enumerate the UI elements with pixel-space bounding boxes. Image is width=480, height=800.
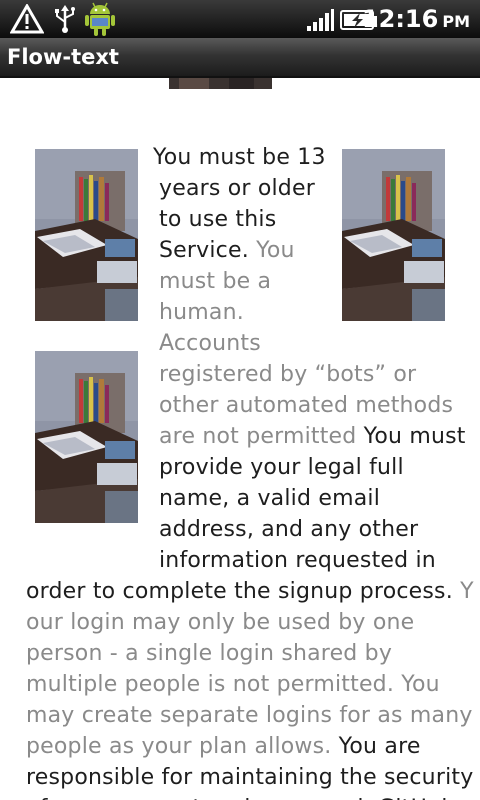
text-segment: multiple people is not permitted. You: [26, 672, 440, 697]
text-line: may create separate logins for as many: [26, 700, 473, 731]
text-segment: information requested in: [159, 548, 436, 573]
text-segment: You must: [363, 424, 466, 449]
text-line: Accounts: [159, 328, 261, 359]
text-segment: human.: [159, 300, 244, 325]
text-segment: name, a valid email: [159, 486, 381, 511]
alert-triangle-icon: [9, 2, 45, 38]
text-line: name, a valid email: [159, 483, 380, 514]
text-segment: responsible for maintaining the security: [26, 765, 474, 790]
flow-text-content[interactable]: You must be 13 years or older to use this S…: [0, 78, 480, 800]
photo-right-1: [342, 149, 445, 321]
android-debug-icon: [84, 0, 116, 42]
text-segment: Y: [460, 579, 474, 604]
text-line: Service. You: [159, 235, 295, 266]
text-line: order to complete the signup process. Y: [26, 576, 474, 607]
text-segment: years or older: [159, 176, 315, 201]
text-segment: people as your plan allows.: [26, 734, 339, 759]
text-segment: person - a single login shared by: [26, 641, 393, 666]
text-line: information requested in: [159, 545, 436, 576]
photo-left-1: [35, 149, 138, 321]
text-segment: Service.: [159, 238, 257, 263]
text-line: multiple people is not permitted. You: [26, 669, 440, 700]
text-segment: Accounts: [159, 331, 261, 356]
text-segment: You are: [338, 734, 421, 759]
status-bar: 12:16 PM: [0, 0, 480, 39]
text-segment: must be a: [159, 269, 272, 294]
text-line: are not permitted You must: [159, 421, 466, 452]
text-line: human.: [159, 297, 244, 328]
app-title: Flow-text: [7, 45, 119, 69]
text-line: person - a single login shared by: [26, 638, 392, 669]
text-segment: You: [256, 238, 295, 263]
photo-left-2: [35, 351, 138, 523]
usb-icon: [52, 4, 78, 38]
text-segment: You must be 13: [153, 145, 326, 170]
text-line: our login may only be used by one: [26, 607, 414, 638]
text-line: You must be 13: [153, 142, 326, 173]
text-segment: order to complete the signup process.: [26, 579, 461, 604]
text-line: responsible for maintaining the security: [26, 762, 473, 793]
photo-partial: [169, 78, 272, 89]
text-segment: our login may only be used by one: [26, 610, 415, 635]
signal-icon: [306, 8, 334, 36]
text-segment: registered by “bots” or: [159, 362, 417, 387]
text-line: to use this: [159, 204, 276, 235]
text-segment: to use this: [159, 207, 277, 232]
text-line: registered by “bots” or: [159, 359, 416, 390]
clock: 12:16 PM: [361, 5, 470, 33]
text-line: address, and any other: [159, 514, 418, 545]
text-segment: other automated methods: [159, 393, 454, 418]
text-line: other automated methods: [159, 390, 453, 421]
text-segment: are not permitted: [159, 424, 364, 449]
text-segment: provide your legal full: [159, 455, 404, 480]
text-segment: of your account and password. GitHub: [26, 796, 456, 800]
text-line: years or older: [159, 173, 315, 204]
text-segment: may create separate logins for as many: [26, 703, 473, 728]
text-line: must be a: [159, 266, 271, 297]
text-line: provide your legal full: [159, 452, 404, 483]
text-line: of your account and password. GitHub: [26, 793, 456, 800]
text-segment: address, and any other: [159, 517, 419, 542]
app-title-bar: Flow-text: [0, 38, 480, 78]
text-line: people as your plan allows. You are: [26, 731, 421, 762]
